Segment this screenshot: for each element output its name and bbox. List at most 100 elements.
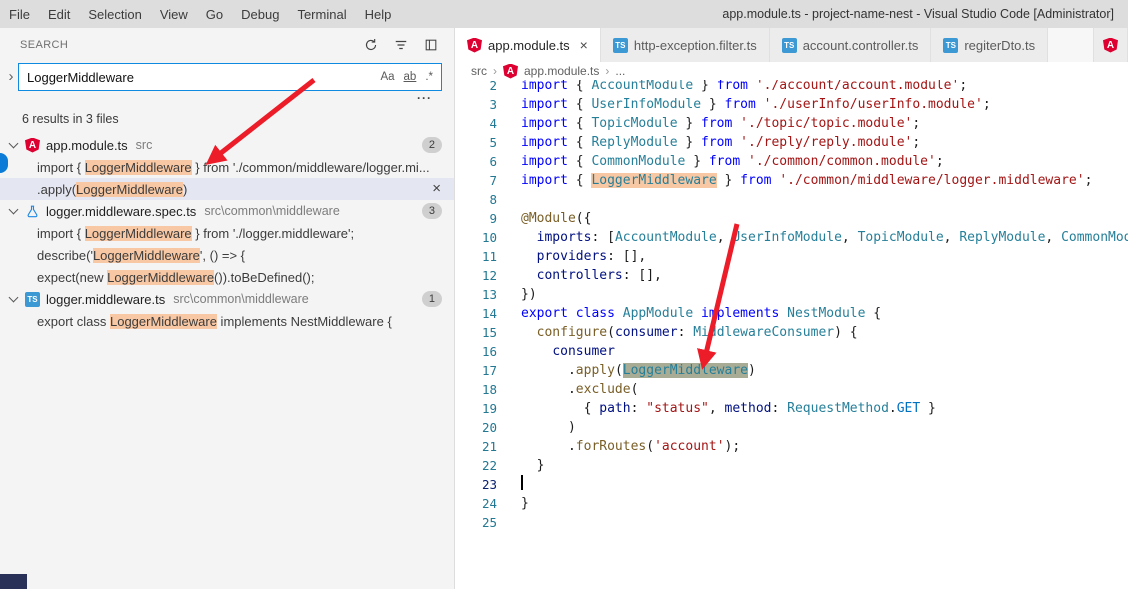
code-line: 7 import { LoggerMiddleware } from './com…: [455, 171, 1128, 190]
breadcrumb-item[interactable]: app.module.ts: [524, 64, 599, 78]
code-text[interactable]: }): [497, 285, 1128, 304]
search-match-row[interactable]: import { LoggerMiddleware } from './comm…: [0, 156, 454, 178]
code-text[interactable]: [497, 190, 1128, 209]
tab-regiterdto-ts[interactable]: TS regiterDto.ts: [931, 28, 1049, 62]
close-tab-icon[interactable]: ×: [580, 37, 588, 53]
dismiss-match-icon[interactable]: ×: [432, 181, 441, 196]
toggle-search-details-button[interactable]: ···: [417, 92, 432, 107]
file-row[interactable]: Aapp.module.ts src 2: [0, 134, 454, 156]
code-text[interactable]: @Module({: [497, 209, 1128, 228]
match-highlight: LoggerMiddleware: [76, 181, 183, 197]
code-line: 19 { path: "status", method: RequestMeth…: [455, 399, 1128, 418]
code-token: './reply/reply.module': [740, 135, 913, 150]
search-match-row[interactable]: import { LoggerMiddleware } from './logg…: [0, 222, 454, 244]
code-token: }): [521, 287, 537, 302]
search-match-row[interactable]: expect(new LoggerMiddleware()).toBeDefin…: [0, 266, 454, 288]
code-token: ): [748, 363, 756, 378]
line-number: 2: [489, 80, 497, 93]
code-text[interactable]: [497, 513, 1128, 532]
code-text[interactable]: import { ReplyModule } from './reply/rep…: [497, 133, 1128, 152]
code-text[interactable]: import { TopicModule } from './topic/top…: [497, 114, 1128, 133]
code-editor[interactable]: 2 import { AccountModule } from './accoun…: [455, 80, 1128, 589]
code-text[interactable]: import { UserInfoModule } from './userIn…: [497, 95, 1128, 114]
refresh-icon[interactable]: [362, 36, 380, 54]
typescript-icon: TS: [612, 37, 628, 53]
code-token: './userInfo/userInfo.module': [763, 97, 983, 112]
code-text[interactable]: import { CommonModule } from './common/c…: [497, 152, 1128, 171]
match-segment: import {: [37, 225, 85, 241]
code-text[interactable]: }: [497, 494, 1128, 513]
code-token: :: [677, 325, 694, 340]
code-text[interactable]: export class AppModule implements NestMo…: [497, 304, 1128, 323]
code-token: {: [567, 135, 592, 150]
menu-edit[interactable]: Edit: [39, 0, 79, 28]
code-text[interactable]: .apply(LoggerMiddleware): [497, 361, 1128, 380]
line-number: 17: [481, 363, 497, 378]
code-line: 25: [455, 513, 1128, 532]
clear-results-icon[interactable]: [392, 36, 410, 54]
chevron-down-icon[interactable]: [8, 204, 19, 215]
code-text[interactable]: controllers: [],: [497, 266, 1128, 285]
typescript-icon: TS: [781, 37, 797, 53]
regex-icon[interactable]: .*: [421, 69, 437, 85]
code-line: 20 ): [455, 418, 1128, 437]
chevron-down-icon[interactable]: [8, 138, 19, 149]
menu-go[interactable]: Go: [197, 0, 232, 28]
line-number: 14: [481, 306, 497, 321]
main-area: SEARCH › Aa ab .* ··: [0, 28, 1128, 589]
search-input[interactable]: [27, 69, 376, 85]
breadcrumb-item[interactable]: ...: [615, 64, 625, 78]
window-title: app.module.ts - project-name-nest - Visu…: [722, 7, 1114, 21]
code-text[interactable]: consumer: [497, 342, 1128, 361]
code-token: : [: [591, 230, 615, 245]
menu-terminal[interactable]: Terminal: [288, 0, 355, 28]
breadcrumb-separator: ›: [493, 64, 497, 78]
whole-word-icon[interactable]: ab: [400, 69, 421, 85]
sidebar-header: SEARCH: [0, 28, 454, 62]
tab-http-exception-filter-ts[interactable]: TS http-exception.filter.ts: [600, 28, 770, 62]
menu-help[interactable]: Help: [356, 0, 401, 28]
code-token: apply: [575, 363, 615, 378]
breadcrumb-item[interactable]: src: [471, 64, 487, 78]
line-number: 18: [481, 382, 497, 397]
code-token: ;: [912, 135, 921, 150]
menu-debug[interactable]: Debug: [232, 0, 288, 28]
code-text[interactable]: }: [497, 456, 1128, 475]
search-box[interactable]: Aa ab .*: [18, 63, 442, 91]
search-match-row[interactable]: describe('LoggerMiddleware', () => {: [0, 244, 454, 266]
tab-account-controller-ts[interactable]: TS account.controller.ts: [769, 28, 932, 62]
match-case-icon[interactable]: Aa: [376, 69, 398, 85]
tab-label: account.controller.ts: [802, 37, 919, 53]
tab-partial[interactable]: A: [1093, 28, 1128, 62]
code-token: UserInfoModule: [732, 230, 842, 245]
code-text[interactable]: import { AccountModule } from './account…: [497, 80, 1128, 95]
search-match-row[interactable]: .apply(LoggerMiddleware) ×: [0, 178, 454, 200]
code-text[interactable]: { path: "status", method: RequestMethod.…: [497, 399, 1128, 418]
code-text[interactable]: [497, 475, 1128, 494]
code-line: 21 .forRoutes('account');: [455, 437, 1128, 456]
code-text[interactable]: .forRoutes('account');: [497, 437, 1128, 456]
code-text[interactable]: import { LoggerMiddleware } from './comm…: [497, 171, 1128, 190]
menu-selection[interactable]: Selection: [79, 0, 150, 28]
menu-view[interactable]: View: [151, 0, 197, 28]
file-row[interactable]: logger.middleware.spec.ts src\common\midd…: [0, 200, 454, 222]
code-token: ;: [959, 80, 968, 93]
chevron-down-icon[interactable]: [8, 292, 19, 303]
tab-app-module-ts[interactable]: Aapp.module.ts ×: [455, 28, 601, 62]
code-token: @Module: [521, 211, 576, 226]
open-in-editor-icon[interactable]: [422, 36, 440, 54]
code-token: forRoutes: [575, 439, 647, 454]
line-number: 6: [489, 154, 497, 169]
search-match-row[interactable]: export class LoggerMiddleware implements…: [0, 310, 454, 332]
code-text[interactable]: providers: [],: [497, 247, 1128, 266]
code-text[interactable]: configure(consumer: MiddlewareConsumer) …: [497, 323, 1128, 342]
code-text[interactable]: imports: [AccountModule, UserInfoModule,…: [497, 228, 1128, 247]
file-row[interactable]: TS logger.middleware.ts src\common\middlew…: [0, 288, 454, 310]
toggle-replace-icon[interactable]: ›: [4, 69, 18, 84]
code-text[interactable]: .exclude(: [497, 380, 1128, 399]
menu-file[interactable]: File: [0, 0, 39, 28]
code-text[interactable]: ): [497, 418, 1128, 437]
code-token: .: [521, 439, 576, 454]
